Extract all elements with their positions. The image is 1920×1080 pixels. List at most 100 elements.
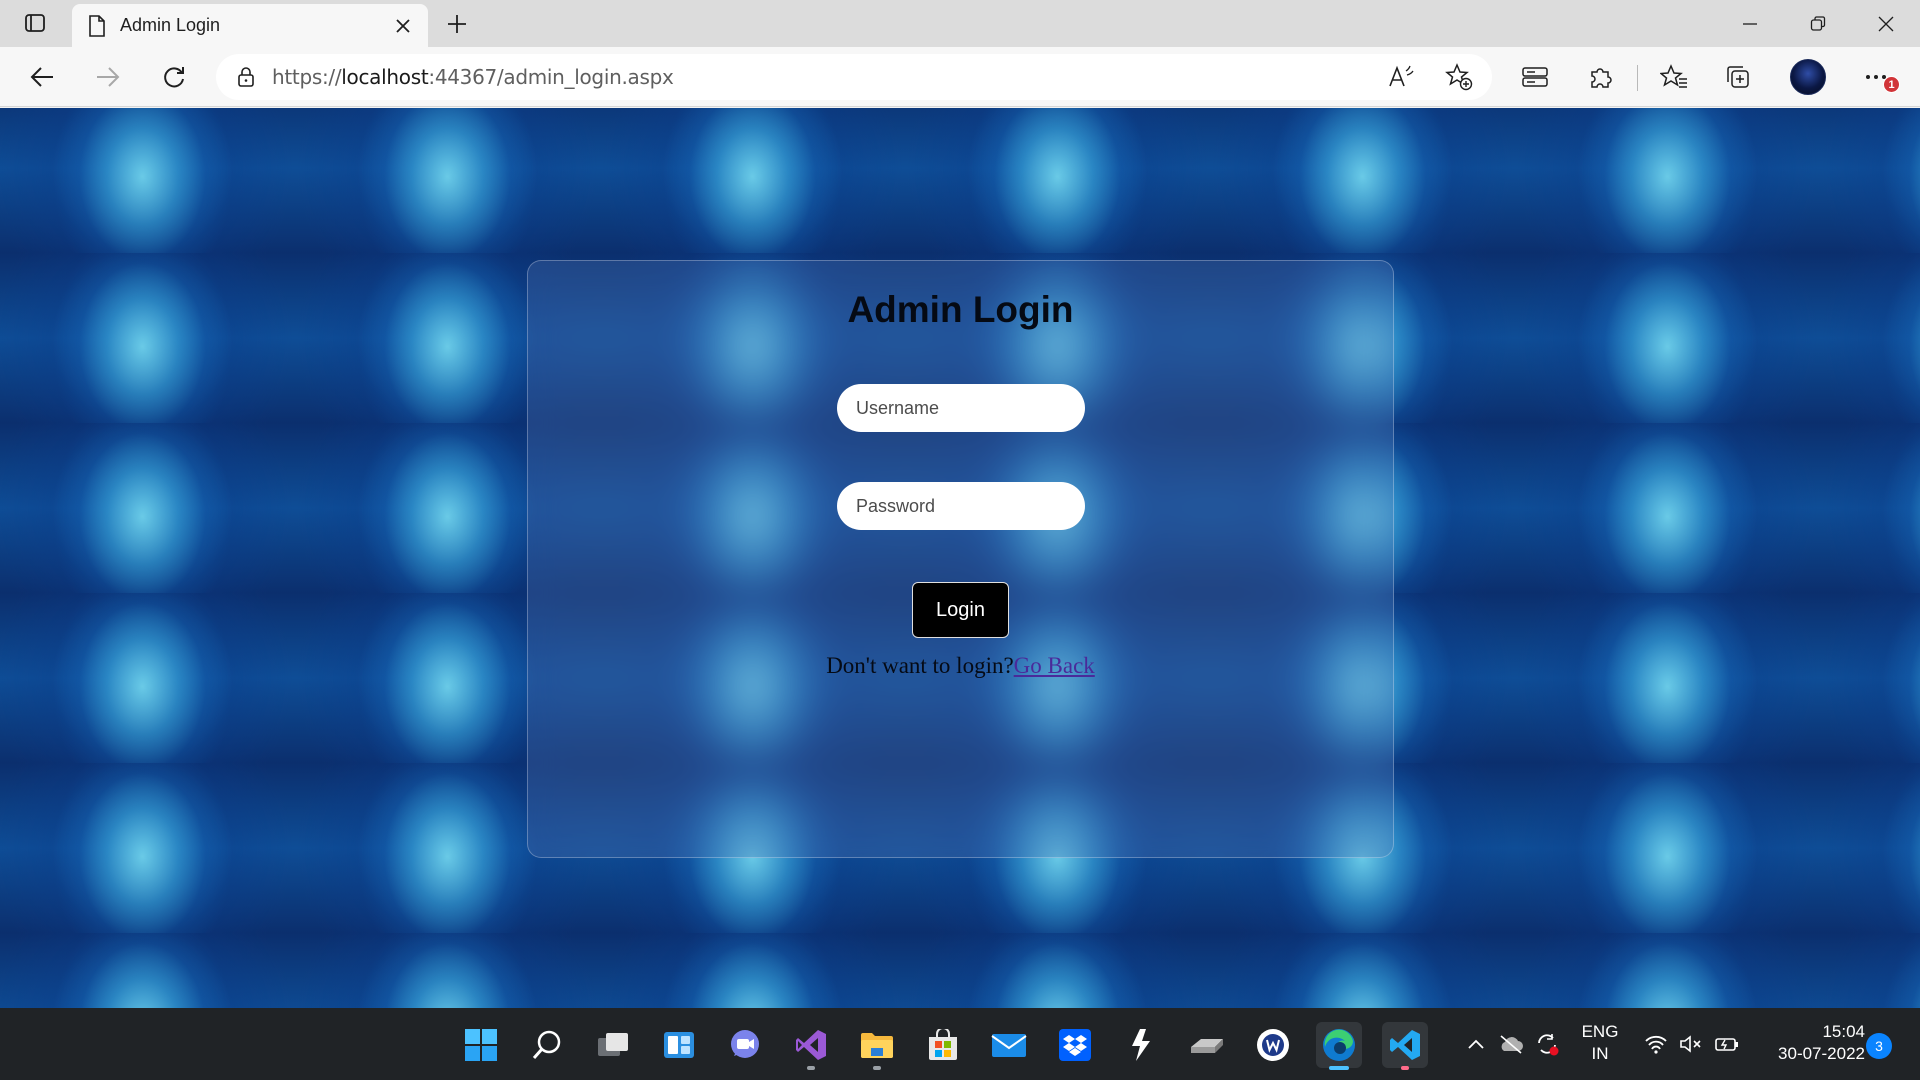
notification-badge: 1	[1883, 76, 1900, 93]
minimize-button[interactable]	[1716, 0, 1784, 47]
running-indicator	[873, 1066, 881, 1070]
folder-icon	[861, 1033, 893, 1058]
vscode-icon	[1390, 1030, 1420, 1060]
notification-count-badge[interactable]: 3	[1866, 1033, 1892, 1059]
url-text[interactable]: https://localhost:44367/admin_login.aspx	[272, 65, 674, 89]
mail-button[interactable]	[986, 1022, 1032, 1068]
window-controls	[1716, 0, 1920, 47]
toolbar-separator	[1637, 65, 1638, 91]
task-view-icon	[598, 1033, 628, 1056]
dropbox-button[interactable]	[1052, 1022, 1098, 1068]
minimize-icon	[1743, 22, 1757, 25]
language-indicator[interactable]: ENG IN	[1575, 1021, 1625, 1065]
wifi-icon[interactable]	[1642, 1030, 1670, 1058]
tab-actions-button[interactable]	[12, 8, 58, 38]
running-indicator	[807, 1066, 815, 1070]
page-icon	[89, 14, 105, 37]
file-explorer-button[interactable]	[854, 1022, 900, 1070]
page-viewport: Admin Login Login Don't want to login?Go…	[0, 108, 1920, 1008]
username-input[interactable]	[837, 384, 1085, 432]
language-code: ENG	[1581, 1022, 1619, 1041]
close-window-icon	[1878, 16, 1894, 31]
word-app-button[interactable]	[1250, 1022, 1296, 1068]
battery-icon[interactable]	[1713, 1030, 1741, 1058]
new-tab-button[interactable]	[440, 8, 474, 40]
restore-button[interactable]	[1784, 0, 1852, 47]
vscode-button[interactable]	[1382, 1022, 1428, 1070]
url-host: localhost	[341, 65, 429, 89]
login-card: Admin Login Login Don't want to login?Go…	[527, 260, 1394, 858]
search-icon	[532, 1030, 561, 1059]
plus-icon	[448, 15, 466, 33]
search-button[interactable]	[524, 1022, 570, 1068]
drive-button[interactable]	[1184, 1022, 1230, 1068]
edge-icon	[1323, 1029, 1355, 1061]
forward-arrow-icon	[97, 67, 120, 87]
visual-studio-button[interactable]	[788, 1022, 834, 1070]
region-code: IN	[1591, 1044, 1609, 1063]
start-button[interactable]	[458, 1022, 504, 1068]
read-aloud-icon	[1389, 65, 1414, 87]
windows-logo-icon	[465, 1029, 497, 1061]
clock-time: 15:04	[1822, 1022, 1865, 1041]
go-back-prompt: Don't want to login?	[826, 653, 1014, 678]
tab-title: Admin Login	[120, 15, 221, 35]
close-icon[interactable]	[392, 15, 414, 37]
clock-date: 30-07-2022	[1778, 1044, 1865, 1063]
attention-indicator	[1401, 1066, 1409, 1070]
url-path: :44367/admin_login.aspx	[428, 65, 674, 89]
password-input[interactable]	[837, 482, 1085, 530]
widgets-icon	[664, 1032, 694, 1058]
page-title: Admin Login	[847, 289, 1074, 330]
address-bar[interactable]: https://localhost:44367/admin_login.aspx	[216, 54, 1492, 100]
lock-icon	[238, 67, 254, 87]
clock[interactable]: 15:04 30-07-2022	[1755, 1021, 1865, 1065]
puzzle-icon	[1591, 68, 1612, 88]
chat-icon	[731, 1030, 759, 1058]
add-favorite-button[interactable]	[1442, 60, 1476, 94]
sidebar-apps-button[interactable]	[1517, 59, 1553, 95]
refresh-icon	[164, 67, 184, 88]
widgets-button[interactable]	[656, 1022, 702, 1068]
collections-button[interactable]	[1720, 59, 1756, 95]
server-icon	[1522, 67, 1548, 87]
restore-icon	[1810, 15, 1826, 31]
microsoft-store-button[interactable]	[920, 1022, 966, 1068]
tab-strip: Admin Login	[0, 0, 1920, 47]
forward-button[interactable]	[88, 57, 128, 97]
favorites-button[interactable]	[1656, 59, 1692, 95]
lightning-icon	[1132, 1029, 1150, 1061]
sync-tray-icon[interactable]	[1533, 1030, 1561, 1058]
word-icon	[1257, 1029, 1289, 1061]
volume-muted-icon[interactable]	[1677, 1030, 1705, 1058]
mail-icon	[991, 1034, 1027, 1057]
login-button[interactable]: Login	[912, 582, 1009, 638]
back-button[interactable]	[22, 57, 62, 97]
refresh-button[interactable]	[154, 57, 194, 97]
tab-actions-icon	[25, 14, 45, 32]
taskbar: ENG IN 15:04 30-07-2022 3	[0, 1008, 1920, 1080]
favorites-icon	[1660, 64, 1687, 88]
active-indicator	[1329, 1066, 1349, 1070]
dropbox-icon	[1059, 1029, 1091, 1061]
url-scheme: https://	[272, 65, 342, 89]
task-view-button[interactable]	[590, 1022, 636, 1068]
store-icon	[929, 1029, 957, 1060]
visual-studio-icon	[796, 1030, 826, 1060]
close-window-button[interactable]	[1852, 0, 1920, 47]
teams-chat-button[interactable]	[722, 1022, 768, 1068]
star-add-icon	[1445, 63, 1473, 91]
app-lightning-button[interactable]	[1118, 1022, 1164, 1068]
go-back-link[interactable]: Go Back	[1014, 653, 1095, 678]
profile-avatar[interactable]	[1790, 59, 1826, 95]
extensions-button[interactable]	[1583, 59, 1619, 95]
show-hidden-icons-button[interactable]	[1462, 1030, 1490, 1058]
read-aloud-button[interactable]	[1384, 60, 1418, 94]
browser-toolbar: https://localhost:44367/admin_login.aspx	[0, 47, 1920, 107]
chevron-up-icon	[1468, 1039, 1484, 1049]
browser-tab-admin-login[interactable]: Admin Login	[72, 4, 428, 47]
onedrive-tray-icon[interactable]	[1497, 1030, 1525, 1058]
go-back-row: Don't want to login?Go Back	[528, 653, 1393, 679]
edge-button[interactable]	[1316, 1022, 1362, 1070]
back-arrow-icon	[30, 67, 53, 87]
